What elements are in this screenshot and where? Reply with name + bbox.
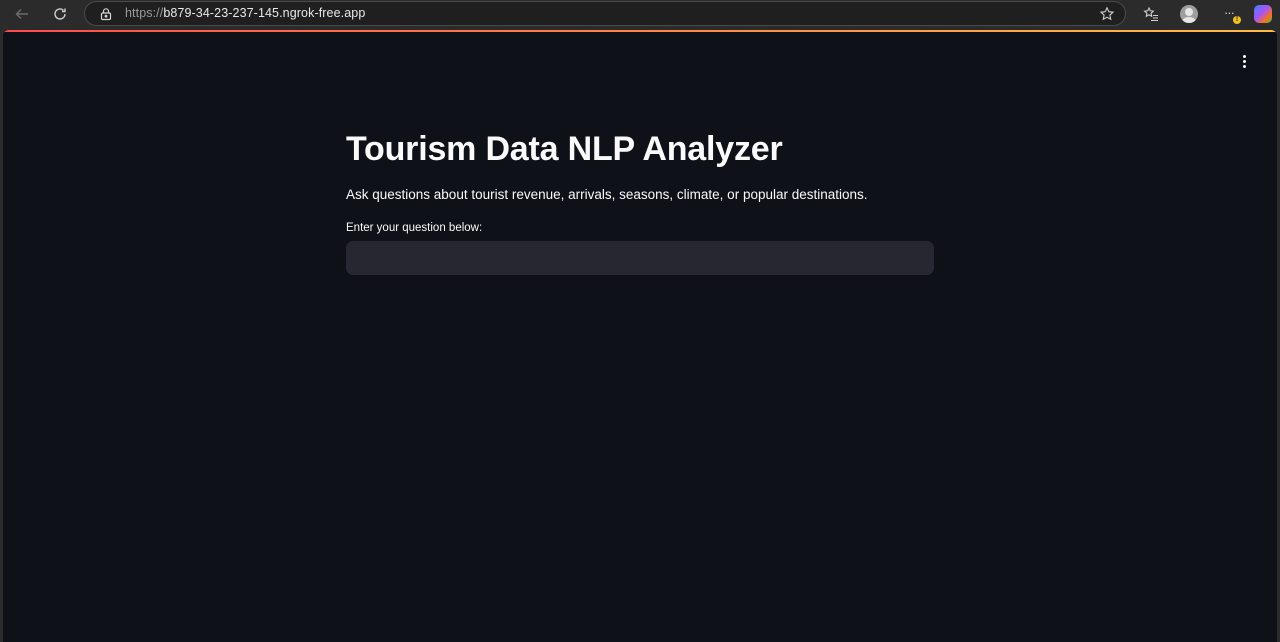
- url-text[interactable]: https://b879-34-23-237-145.ngrok-free.ap…: [125, 6, 365, 20]
- star-icon[interactable]: [1099, 6, 1115, 22]
- question-input[interactable]: [346, 241, 934, 275]
- page-title: Tourism Data NLP Analyzer: [346, 130, 783, 168]
- profile-icon[interactable]: [1179, 4, 1199, 24]
- browser-toolbar: https://b879-34-23-237-145.ngrok-free.ap…: [0, 0, 1280, 28]
- avatar: [1180, 5, 1198, 23]
- header-decoration: [3, 30, 1277, 32]
- lock-icon[interactable]: [99, 7, 113, 21]
- main-block: Tourism Data NLP Analyzer Ask questions …: [346, 126, 934, 275]
- vertical-dots-icon[interactable]: [1236, 52, 1252, 70]
- question-input-label: Enter your question below:: [346, 222, 483, 234]
- reload-icon[interactable]: [49, 3, 71, 25]
- warning-badge: !: [1233, 16, 1241, 24]
- page-subtitle: Ask questions about tourist revenue, arr…: [346, 187, 868, 202]
- app-viewport: Tourism Data NLP Analyzer Ask questions …: [3, 30, 1277, 642]
- copilot-logo: [1254, 5, 1272, 23]
- address-bar[interactable]: https://b879-34-23-237-145.ngrok-free.ap…: [84, 1, 1126, 26]
- favorites-icon[interactable]: [1141, 4, 1161, 24]
- copilot-icon[interactable]: [1253, 4, 1273, 24]
- url-host: b879-34-23-237-145.ngrok-free.app: [163, 6, 366, 20]
- back-arrow-icon[interactable]: [11, 3, 33, 25]
- url-scheme: https://: [125, 6, 164, 20]
- more-dots-icon[interactable]: ··· !: [1218, 4, 1241, 24]
